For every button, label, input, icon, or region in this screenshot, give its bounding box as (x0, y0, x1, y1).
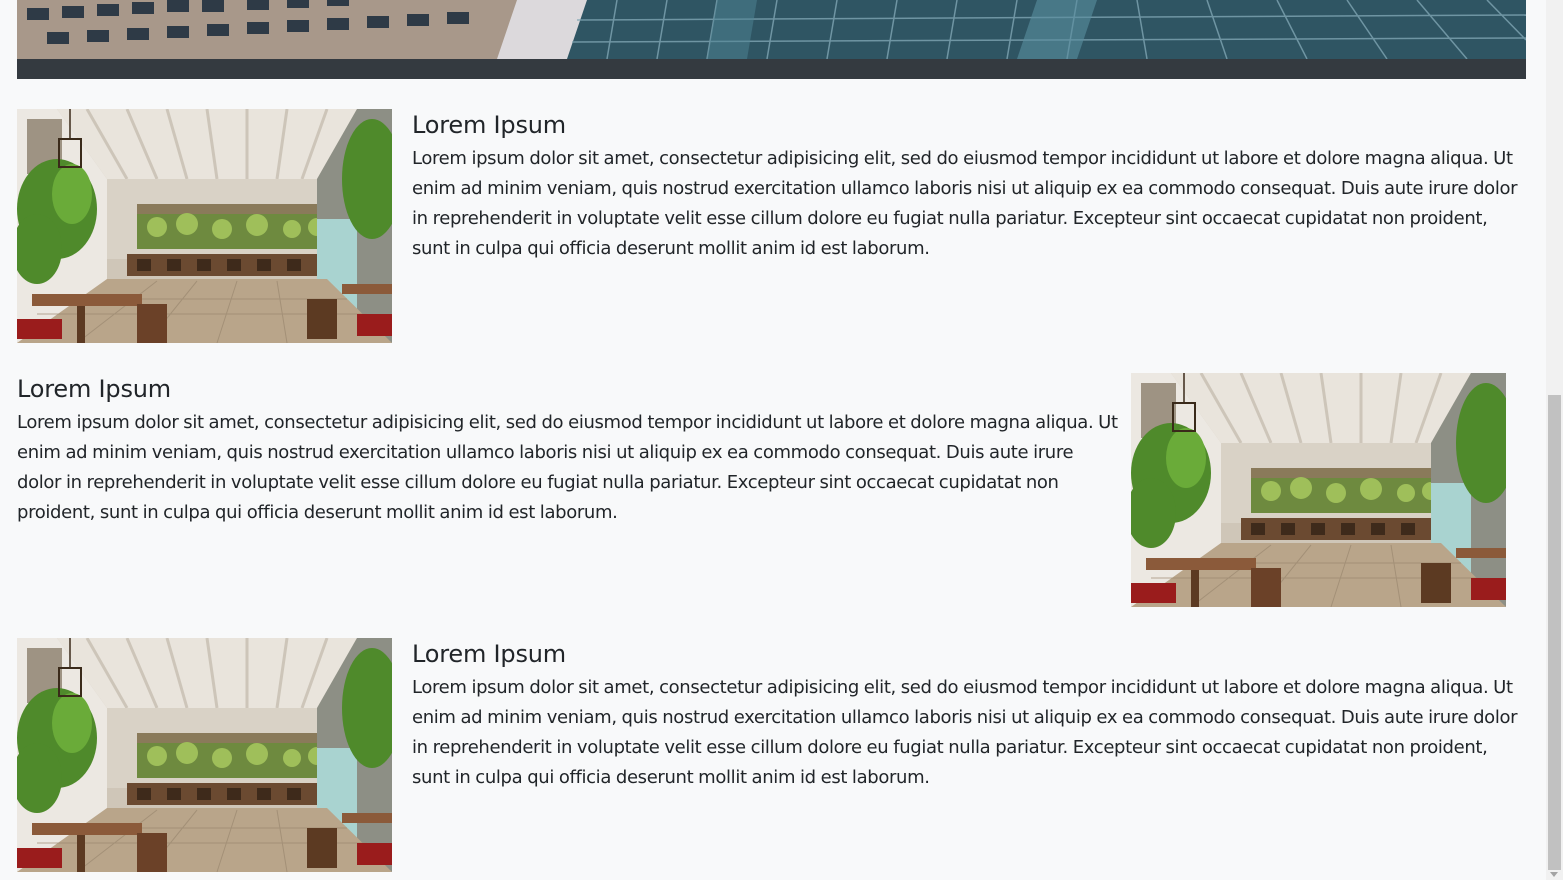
feature-description: Lorem ipsum dolor sit amet, consectetur … (412, 148, 1518, 259)
scrollbar-thumb[interactable] (1548, 395, 1561, 870)
feature-row-1: Lorem Ipsum Lorem ipsum dolor sit amet, … (17, 109, 1526, 343)
feature-row-2: Lorem Ipsum Lorem ipsum dolor sit amet, … (17, 373, 1526, 607)
feature-text-2: Lorem Ipsum Lorem ipsum dolor sit amet, … (17, 373, 1121, 528)
feature-title: Lorem Ipsum (412, 640, 566, 668)
vertical-scrollbar[interactable] (1546, 0, 1563, 880)
feature-row-3: Lorem Ipsum Lorem ipsum dolor sit amet, … (17, 638, 1526, 872)
hero-banner (17, 0, 1526, 79)
city-skyscrapers-image (17, 0, 1526, 59)
feature-description: Lorem ipsum dolor sit amet, consectetur … (17, 412, 1118, 523)
feature-text-3: Lorem Ipsum Lorem ipsum dolor sit amet, … (412, 638, 1524, 793)
feature-text-1: Lorem Ipsum Lorem ipsum dolor sit amet, … (412, 109, 1524, 264)
restaurant-interior-image (17, 109, 392, 343)
page-content: Lorem Ipsum Lorem ipsum dolor sit amet, … (0, 0, 1546, 880)
restaurant-interior-image (17, 638, 392, 872)
restaurant-interior-image (1131, 373, 1506, 607)
hero-caption-bar (17, 59, 1526, 79)
feature-description: Lorem ipsum dolor sit amet, consectetur … (412, 677, 1518, 788)
feature-title: Lorem Ipsum (17, 375, 171, 403)
scroll-down-arrow-icon[interactable] (1550, 872, 1558, 877)
feature-title: Lorem Ipsum (412, 111, 566, 139)
